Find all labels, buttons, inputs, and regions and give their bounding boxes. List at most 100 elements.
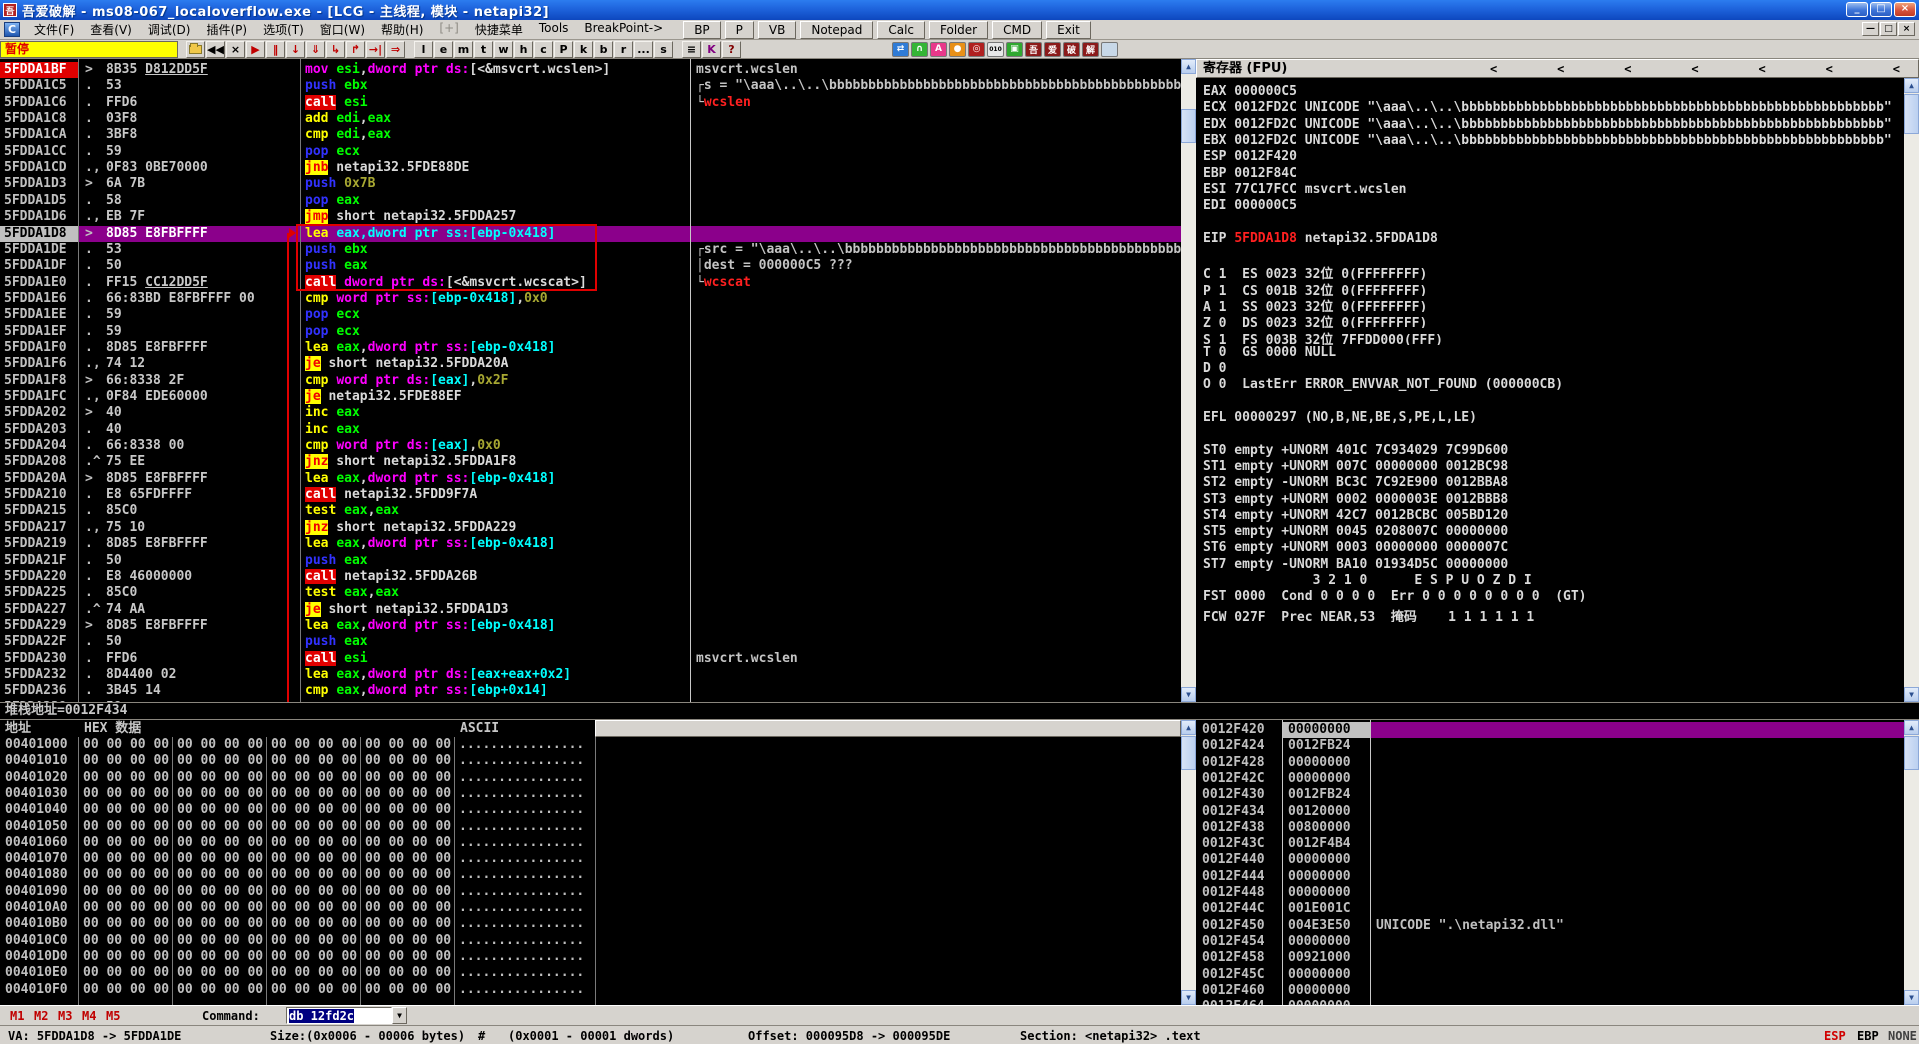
disasm-row[interactable]: 5FDDA1D3 >6A 7B push 0x7B [0, 176, 1181, 192]
mdi-restore-button[interactable]: □ [1880, 22, 1897, 36]
disasm-row[interactable]: 5FDDA1EF. 59 pop ecx [0, 324, 1181, 340]
command-input[interactable]: db 12fd2c [286, 1007, 392, 1024]
register-line[interactable]: EIP 5FDDA1D8 netapi32.5FDDA1D8 [1203, 231, 1913, 247]
stack-row[interactable]: 0012F444 00000000 [1196, 869, 1904, 885]
disasm-row[interactable]: 5FDDA232. 8D4400 02 lea eax,dword ptr ds:[… [0, 667, 1181, 683]
stack-row[interactable]: 0012F440 00000000 [1196, 852, 1904, 868]
stack-row[interactable]: 0012F454 00000000 [1196, 934, 1904, 950]
memory-tab-m1[interactable]: M1 [10, 1009, 24, 1023]
dump-row[interactable]: 00401080 00 00 00 00 00 00 00 00 00 00 00 0… [0, 867, 1181, 883]
stack-row[interactable]: 0012F420 00000000 [1196, 722, 1904, 739]
disasm-row[interactable]: 5FDDA217., 75 10 jnz short netapi32.5FDDA2… [0, 519, 1181, 536]
letter-button-dotdotdot[interactable]: ... [634, 40, 653, 58]
disasm-row[interactable]: 5FDDA220. E8 46000000 call netapi32.5FDDA2… [0, 568, 1181, 585]
register-line[interactable] [1203, 247, 1913, 263]
chevron-left-icon[interactable]: < [1557, 62, 1564, 76]
register-line[interactable]: T 0 GS 0000 NULL [1203, 345, 1913, 361]
disasm-row[interactable]: 5FDDA215. 85C0 test eax,eax [0, 503, 1181, 519]
memory-tab-m5[interactable]: M5 [106, 1009, 120, 1023]
disasm-row[interactable]: 5FDDA208 .^ 75 EE jnz short netapi32.5FDDA1… [0, 454, 1181, 470]
quick-button-vb[interactable]: VB [757, 20, 797, 39]
disasm-row[interactable]: 5FDDA204. 66:8338 00 cmp word ptr ds:[eax]… [0, 438, 1181, 454]
letter-button-l[interactable]: l [414, 40, 433, 58]
menu-item-[interactable]: 快捷菜单 [467, 19, 531, 40]
stack-row[interactable]: 0012F438 00800000 [1196, 820, 1904, 836]
register-line[interactable]: ST1 empty +UNORM 007C 00000000 0012BC98 [1203, 459, 1913, 475]
command-dropdown-button[interactable]: ▼ [392, 1007, 407, 1024]
disasm-row[interactable]: 5FDDA219. 8D85 E8FBFFFF lea eax,dword ptr … [0, 536, 1181, 552]
title-bar[interactable]: 吾 吾爱破解 - ms08-067_localoverflow.exe - [L… [0, 0, 1919, 20]
list-icon[interactable]: ≡ [682, 40, 701, 58]
stack-row[interactable]: 0012F450 004E3E50 UNICODE ".\netapi32.dll" [1196, 918, 1904, 934]
chevron-left-icon[interactable]: < [1826, 62, 1833, 76]
stack-row[interactable]: 0012F428 00000000 [1196, 755, 1904, 771]
stack-row[interactable]: 0012F434 00120000 [1196, 804, 1904, 820]
register-line[interactable]: FCW 027F Prec NEAR,53 掩码 1 1 1 1 1 1 [1203, 606, 1913, 622]
dump-row[interactable]: 00401040 00 00 00 00 00 00 00 00 00 00 00 0… [0, 802, 1181, 818]
dump-row[interactable]: 004010E0 00 00 00 00 00 00 00 00 00 00 00 0… [0, 965, 1181, 981]
disasm-row[interactable]: 5FDDA1C5. 53 push ebx ┌s = "\aaa\..\..\bbbb… [0, 78, 1181, 94]
disasm-row[interactable]: 5FDDA225. 85C0 test eax,eax [0, 585, 1181, 601]
cpu-window-icon[interactable]: C [4, 22, 20, 37]
register-line[interactable]: ECX 0012FD2C UNICODE "\aaa\..\..\bbbbbbb… [1203, 100, 1913, 116]
po-icon[interactable]: 破 [1063, 41, 1080, 57]
disasm-row[interactable]: 5FDDA1F0. 8D85 E8FBFFFF lea eax,dword ptr … [0, 340, 1181, 356]
register-line[interactable] [1203, 426, 1913, 442]
menu-item-breakpoint[interactable]: BreakPoint-> [576, 19, 671, 40]
disasm-row[interactable]: 5FDDA20A >8D85 E8FBFFFF lea eax,dword ptr … [0, 471, 1181, 487]
extra-icon[interactable] [1101, 41, 1118, 57]
chevron-left-icon[interactable]: < [1624, 62, 1631, 76]
maximize-button[interactable]: □ [1870, 2, 1892, 17]
register-line[interactable]: EDI 000000C5 [1203, 198, 1913, 214]
register-line[interactable]: D 0 [1203, 361, 1913, 377]
registers-title[interactable]: 寄存器 (FPU) < < < < < < < [1196, 59, 1919, 78]
memory-tab-m2[interactable]: M2 [34, 1009, 48, 1023]
disasm-row[interactable]: 5FDDA1E6. 66:83BD E8FBFFFF 00 cmp word ptr… [0, 291, 1181, 307]
disasm-row[interactable]: 5FDDA229 >8D85 E8FBFFFF lea eax,dword ptr … [0, 618, 1181, 634]
disasm-row[interactable]: 5FDDA210. E8 65FDFFFF call netapi32.5FDD9F… [0, 487, 1181, 503]
disasm-row[interactable]: 5FDDA1BF >8B35 D812DD5F mov esi,dword ptr … [0, 62, 1181, 79]
jie-icon[interactable]: 解 [1082, 41, 1099, 57]
chevron-left-icon[interactable]: < [1759, 62, 1766, 76]
letter-button-k[interactable]: k [574, 40, 593, 58]
disasm-row[interactable]: 5FDDA22F. 50 push eax [0, 634, 1181, 650]
help-icon[interactable]: ? [722, 40, 741, 58]
stack-row[interactable]: 0012F42C 00000000 [1196, 771, 1904, 787]
dump-row[interactable]: 00401020 00 00 00 00 00 00 00 00 00 00 00 0… [0, 770, 1181, 786]
dump-row[interactable]: 004010B0 00 00 00 00 00 00 00 00 00 00 00 0… [0, 916, 1181, 932]
letter-button-s[interactable]: s [654, 40, 673, 58]
register-line[interactable]: EBX 0012FD2C UNICODE "\aaa\..\..\bbbbbbb… [1203, 133, 1913, 149]
disasm-row[interactable]: 5FDDA227 .^ 74 AA je short netapi32.5FDDA1D… [0, 601, 1181, 618]
register-line[interactable] [1203, 394, 1913, 410]
disasm-row[interactable]: 5FDDA202 >40 inc eax [0, 405, 1181, 421]
stack-row[interactable]: 0012F45C 00000000 [1196, 967, 1904, 983]
register-line[interactable]: ESI 77C17FCC msvcrt.wcslen [1203, 182, 1913, 198]
menu-item-t[interactable]: 选项(T) [255, 19, 312, 40]
dump-row[interactable]: 00401010 00 00 00 00 00 00 00 00 00 00 00 0… [0, 753, 1181, 769]
register-line[interactable]: EAX 000000C5 [1203, 84, 1913, 100]
register-line[interactable]: Z 0 DS 0023 32位 0(FFFFFFFF) [1203, 312, 1913, 328]
disassembly-pane[interactable]: 5FDDA1BF >8B35 D812DD5F mov esi,dword ptr … [0, 59, 1181, 702]
disasm-row[interactable]: 5FDDA236. 3B45 14 cmp eax,dword ptr ss:[eb… [0, 683, 1181, 699]
register-line[interactable]: S 1 FS 003B 32位 7FFDD000(FFF) [1203, 329, 1913, 345]
wu-icon[interactable]: 吾 [1025, 41, 1042, 57]
stack-row[interactable]: 0012F424 0012FB24 [1196, 738, 1904, 754]
window-grid-icon[interactable]: ▣ [1006, 41, 1023, 57]
disasm-row[interactable]: 5FDDA1C8. 03F8 add edi,eax [0, 111, 1181, 127]
register-line[interactable]: EBP 0012F84C [1203, 166, 1913, 182]
swap-icon[interactable]: ⇄ [892, 41, 909, 57]
dump-row[interactable]: 004010D0 00 00 00 00 00 00 00 00 00 00 00 0… [0, 949, 1181, 965]
register-line[interactable]: C 1 ES 0023 32位 0(FFFFFFFF) [1203, 263, 1913, 279]
close-program-icon[interactable]: × [226, 40, 245, 58]
letter-button-h[interactable]: h [514, 40, 533, 58]
binary-010-icon[interactable]: 010 [987, 41, 1004, 57]
register-line[interactable]: FST 0000 Cond 0 0 0 0 Err 0 0 0 0 0 0 0 … [1203, 589, 1913, 605]
hex-dump-pane[interactable]: 地址 HEX 数据 ASCII 00401000 00 00 00 00 00 00… [0, 720, 1181, 1005]
quick-button-folder[interactable]: Folder [929, 20, 989, 39]
disasm-row[interactable]: 5FDDA1CD., 0F83 0BE70000 jnb netapi32.5FDE… [0, 160, 1181, 176]
register-line[interactable]: EDX 0012FD2C UNICODE "\aaa\..\..\bbbbbbb… [1203, 117, 1913, 133]
quick-button-exit[interactable]: Exit [1046, 20, 1091, 39]
run-icon[interactable]: ▶ [246, 40, 265, 58]
dump-row[interactable]: 00401090 00 00 00 00 00 00 00 00 00 00 00 0… [0, 884, 1181, 900]
stack-row[interactable]: 0012F458 00921000 [1196, 950, 1904, 966]
